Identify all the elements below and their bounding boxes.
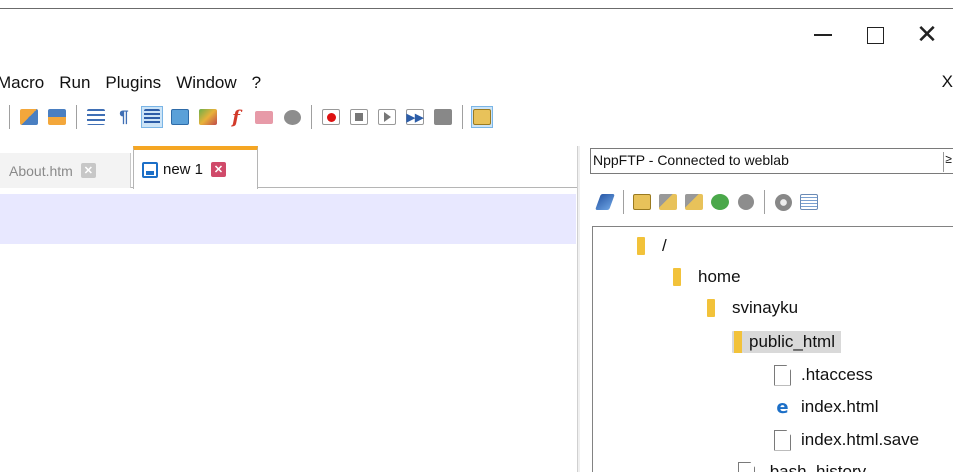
html-file-icon: e xyxy=(776,396,789,418)
toolbar-separator xyxy=(764,190,765,214)
folder-icon xyxy=(637,237,645,255)
menu-macro[interactable]: Macro xyxy=(0,73,44,93)
document-tab-strip: About.htm ✕ new 1 ✕ xyxy=(0,146,578,189)
file-icon xyxy=(738,461,755,472)
refresh-icon[interactable] xyxy=(709,191,731,213)
tree-item-svinayku[interactable]: svinayku xyxy=(707,295,804,321)
nppftp-title-text: NppFTP - Connected to weblab xyxy=(593,152,789,168)
toolbar-separator xyxy=(76,105,77,129)
menu-window[interactable]: Window xyxy=(176,73,236,93)
sync-vertical-icon[interactable] xyxy=(18,106,40,128)
download-icon[interactable] xyxy=(631,191,653,213)
file-icon xyxy=(774,364,791,386)
nppftp-panel-title: NppFTP - Connected to weblab ≥ xyxy=(590,148,953,174)
tree-item-index-html-save[interactable]: index.html.save xyxy=(774,427,925,453)
show-all-characters-icon[interactable]: ¶ xyxy=(113,106,135,128)
tab-label: new 1 xyxy=(163,161,204,178)
playback-macro-icon[interactable] xyxy=(376,106,398,128)
tab-new-1[interactable]: new 1 ✕ xyxy=(133,146,258,189)
indent-guide-icon[interactable] xyxy=(141,106,163,128)
folder-icon xyxy=(707,299,715,317)
current-line-highlight xyxy=(0,194,576,244)
tree-item-root[interactable]: / xyxy=(637,233,673,259)
panel-close-button[interactable]: ≥ xyxy=(943,152,953,172)
message-window-icon[interactable] xyxy=(798,191,820,213)
window-caption-buttons: ✕ xyxy=(797,10,953,60)
menu-help[interactable]: ? xyxy=(252,73,261,93)
connect-icon[interactable] xyxy=(594,191,616,213)
main-toolbar: ¶ f ▶▶ xyxy=(0,100,690,134)
menu-run[interactable]: Run xyxy=(59,73,90,93)
tab-label: About.htm xyxy=(9,162,73,179)
toolbar-separator xyxy=(462,105,463,129)
monitoring-icon[interactable] xyxy=(281,106,303,128)
menu-plugins[interactable]: Plugins xyxy=(105,73,161,93)
save-macro-icon[interactable] xyxy=(432,106,454,128)
tree-item-public-html[interactable]: public_html xyxy=(732,329,841,355)
tree-item-htaccess[interactable]: .htaccess xyxy=(774,362,879,388)
close-icon[interactable]: ✕ xyxy=(901,10,953,60)
remote-file-tree: / home svinayku public_html .htaccess e … xyxy=(592,226,953,472)
document-map-icon[interactable] xyxy=(197,106,219,128)
tab-about-htm[interactable]: About.htm ✕ xyxy=(0,153,131,188)
abort-icon[interactable] xyxy=(735,191,757,213)
window-top-border xyxy=(0,8,953,9)
folder-icon xyxy=(673,268,681,286)
tree-item-bash-history[interactable]: .bash_history xyxy=(738,459,872,472)
tab-close-icon[interactable]: ✕ xyxy=(211,162,227,177)
run-macro-multiple-icon[interactable]: ▶▶ xyxy=(404,106,426,128)
sync-horizontal-icon[interactable] xyxy=(46,106,68,128)
minimize-icon[interactable] xyxy=(797,10,849,60)
close-document-button[interactable]: X xyxy=(942,72,953,92)
toolbar-separator xyxy=(623,190,624,214)
tree-item-index-html[interactable]: e index.html xyxy=(774,394,884,420)
nppftp-toolbar xyxy=(592,188,822,216)
word-wrap-icon[interactable] xyxy=(85,106,107,128)
record-macro-icon[interactable] xyxy=(320,106,342,128)
tree-item-home[interactable]: home xyxy=(673,264,747,290)
folder-icon xyxy=(732,331,744,353)
stop-recording-icon[interactable] xyxy=(348,106,370,128)
file-icon xyxy=(774,429,791,451)
folder-as-workspace-icon[interactable] xyxy=(253,106,275,128)
upload-alt-icon[interactable] xyxy=(683,191,705,213)
user-defined-language-icon[interactable] xyxy=(169,106,191,128)
function-list-icon[interactable]: f xyxy=(225,106,247,128)
panel-splitter[interactable] xyxy=(577,146,580,472)
toolbar-separator xyxy=(9,105,10,129)
menu-bar: Macro Run Plugins Window ? X xyxy=(0,70,953,96)
nppftp-show-icon[interactable] xyxy=(471,106,493,128)
toolbar-separator xyxy=(311,105,312,129)
tab-close-icon[interactable]: ✕ xyxy=(80,163,96,178)
saved-state-icon xyxy=(142,161,158,178)
maximize-icon[interactable] xyxy=(849,10,901,60)
upload-icon[interactable] xyxy=(657,191,679,213)
settings-icon[interactable] xyxy=(772,191,794,213)
text-editor[interactable] xyxy=(0,189,576,472)
